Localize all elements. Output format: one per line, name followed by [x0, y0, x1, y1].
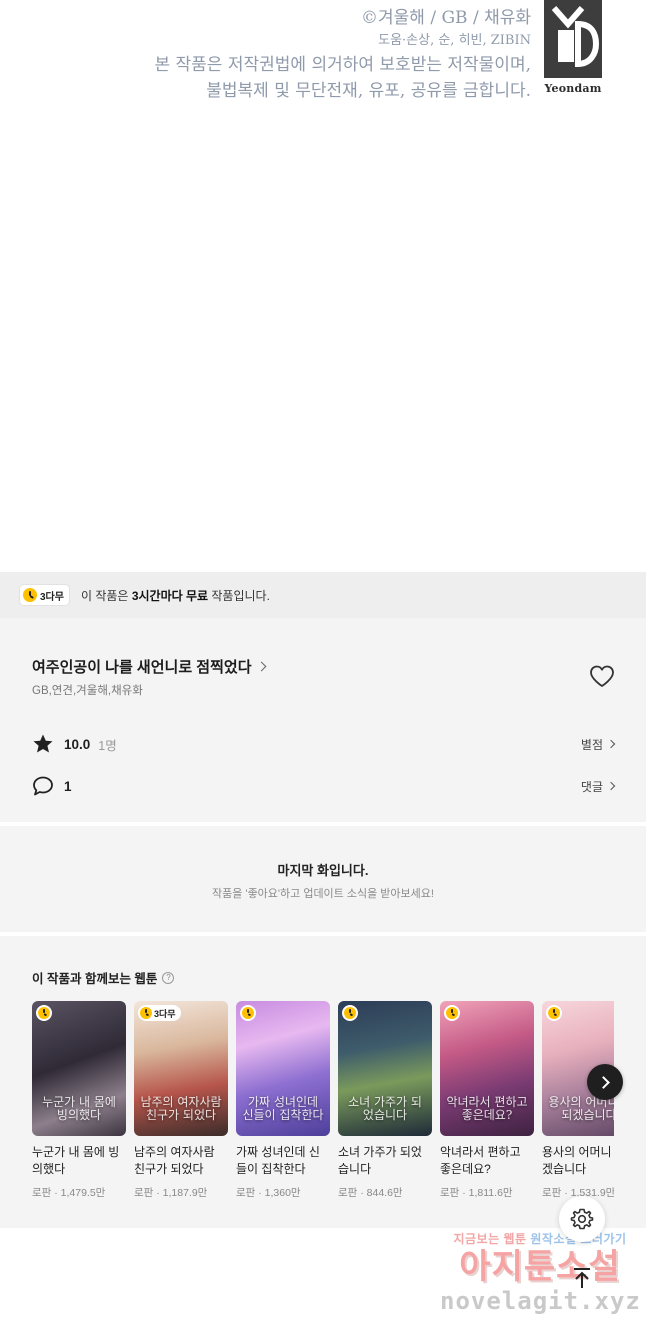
help-icon[interactable]: ? — [162, 971, 175, 984]
free-text-bold: 3시간마다 무료 — [131, 588, 209, 603]
work-title-link[interactable]: 여주인공이 나를 새언니로 점찍었다 — [32, 656, 266, 677]
publisher-logo: Yeondam — [544, 0, 602, 98]
card-badge-label: 3다무 — [154, 1008, 176, 1019]
wait-free-badge — [240, 1005, 256, 1021]
site-watermark: 지금보는 웹툰 원작소설 보러가기 아지툰소설 novelagit.xyz — [440, 1230, 640, 1340]
recommend-card[interactable]: 용사의 어머니가 되겠습니다 용사의 어머니 되겠습니다 로판 · 1,531.… — [542, 1001, 614, 1200]
copyright-line-2: 도움·손상, 순, 히빈, ZIBIN — [378, 33, 531, 48]
watermark-line-1a: 지금보는 웹툰 — [453, 1232, 531, 1246]
card-title: 소녀 가주가 되었습니다 — [338, 1145, 422, 1176]
arrow-up-icon — [574, 1268, 590, 1288]
cover-title: 가짜 성녀인데 신들이 집착한다 — [242, 1095, 324, 1122]
cover-title: 악녀라서 편하고 좋은데요? — [446, 1095, 528, 1122]
card-title: 악녀라서 편하고 좋은데요? — [440, 1145, 521, 1176]
scroll-top-button[interactable] — [566, 1262, 598, 1294]
wait-free-badge — [36, 1005, 52, 1021]
heart-icon — [590, 665, 614, 687]
cover-title: 누군가 내 몸에 빙의했다 — [42, 1095, 116, 1122]
settings-button[interactable] — [559, 1196, 605, 1242]
copyright-line-3: 본 작품은 저작권법에 의거하여 보호받는 저작물이며, — [154, 55, 531, 75]
card-thumbnail: 3다무 남주의 여자사람 친구가 되었다 — [134, 1001, 228, 1136]
rating-count: 1명 — [98, 738, 117, 753]
clock-icon — [23, 588, 37, 602]
clock-icon — [38, 1007, 50, 1019]
recommend-card[interactable]: 3다무 남주의 여자사람 친구가 되었다 남주의 여자사람 친구가 되었다 로판… — [134, 1001, 228, 1200]
free-banner-text: 이 작품은 3시간마다 무료 작품입니다. — [81, 587, 270, 604]
recommend-title: 이 작품과 함께보는 웹툰 — [32, 972, 158, 986]
settings-icon — [570, 1208, 594, 1230]
free-banner: 3다무 이 작품은 3시간마다 무료 작품입니다. — [0, 572, 646, 618]
carousel-next-button[interactable] — [587, 1064, 623, 1100]
chevron-right-icon — [596, 1075, 610, 1089]
watermark-line-1: 지금보는 웹툰 원작소설 보러가기 — [440, 1230, 640, 1247]
card-meta: 로판 · 1,479.5만 — [32, 1187, 106, 1199]
rating-row: 10.0 1명 별점 — [32, 732, 616, 756]
comment-row: 1 댓글 — [32, 774, 616, 798]
clock-icon — [548, 1007, 560, 1019]
last-episode-notice: 마지막 화입니다. 작품을 '좋아요'하고 업데이트 소식을 받아보세요! — [0, 826, 646, 932]
clock-icon — [344, 1007, 356, 1019]
logo-mark — [544, 0, 602, 78]
card-title: 가짜 성녀인데 신들이 집착한다 — [236, 1145, 320, 1176]
star-icon — [33, 734, 53, 753]
cover-title: 남주의 여자사람 친구가 되었다 — [140, 1095, 222, 1122]
comment-count: 1 — [64, 778, 72, 794]
recommend-list: 누군가 내 몸에 빙의했다 누군가 내 몸에 빙의했다 로판 · 1,479.5… — [32, 1001, 614, 1211]
wait-free-badge: 3다무 — [138, 1005, 181, 1024]
card-thumbnail: 소녀 가주가 되었습니다 — [338, 1001, 432, 1136]
copyright-text: ©겨울해 / GB / 채유화 도움·손상, 순, 히빈, ZIBIN 본 작품… — [154, 6, 531, 104]
wait-free-badge — [546, 1005, 562, 1021]
rate-link-label: 별점 — [580, 737, 603, 752]
copyright-line-4: 불법복제 및 무단전재, 유포, 공유를 금합니다. — [206, 81, 531, 101]
comment-link-label: 댓글 — [580, 779, 603, 794]
clock-icon — [242, 1007, 254, 1019]
cover-title: 소녀 가주가 되었습니다 — [348, 1095, 422, 1122]
clock-icon — [140, 1007, 152, 1019]
rate-link[interactable]: 별점 — [580, 736, 616, 753]
card-meta: 로판 · 844.6만 — [338, 1187, 403, 1199]
clock-icon — [446, 1007, 458, 1019]
comment-link[interactable]: 댓글 — [580, 778, 616, 795]
rating-value: 10.0 — [64, 736, 91, 752]
wait-free-badge — [444, 1005, 460, 1021]
logo-text: Yeondam — [544, 82, 602, 95]
recommend-heading: 이 작품과 함께보는 웹툰 ? — [32, 968, 175, 987]
comment-icon — [33, 776, 53, 796]
card-thumbnail: 누군가 내 몸에 빙의했다 — [32, 1001, 126, 1136]
wait-free-badge — [342, 1005, 358, 1021]
recommend-card[interactable]: 악녀라서 편하고 좋은데요? 악녀라서 편하고 좋은데요? 로판 · 1,811… — [440, 1001, 534, 1200]
last-episode-subtitle: 작품을 '좋아요'하고 업데이트 소식을 받아보세요! — [212, 888, 434, 900]
work-authors: GB,연견,겨울해,채유화 — [32, 685, 143, 697]
wait-free-badge: 3다무 — [20, 585, 69, 605]
card-meta: 로판 · 1,811.6만 — [440, 1187, 513, 1199]
work-title: 여주인공이 나를 새언니로 점찍었다 — [32, 659, 252, 676]
card-thumbnail: 가짜 성녀인데 신들이 집착한다 — [236, 1001, 330, 1136]
watermark-line-3: novelagit.xyz — [440, 1287, 641, 1315]
work-info-panel: 여주인공이 나를 새언니로 점찍었다 GB,연견,겨울해,채유화 10.0 1명… — [0, 618, 646, 822]
watermark-line-2: 아지툰소설 — [459, 1248, 621, 1286]
card-thumbnail: 악녀라서 편하고 좋은데요? — [440, 1001, 534, 1136]
recommend-card[interactable]: 누군가 내 몸에 빙의했다 누군가 내 몸에 빙의했다 로판 · 1,479.5… — [32, 1001, 126, 1200]
like-button[interactable] — [588, 664, 616, 688]
recommend-card[interactable]: 가짜 성녀인데 신들이 집착한다 가짜 성녀인데 신들이 집착한다 로판 · 1… — [236, 1001, 330, 1200]
chevron-right-icon — [606, 739, 616, 749]
copyright-notice: ©겨울해 / GB / 채유화 도움·손상, 순, 히빈, ZIBIN 본 작품… — [0, 0, 646, 110]
free-text-post: 작품입니다. — [208, 588, 270, 603]
recommend-section: 이 작품과 함께보는 웹툰 ? 누군가 내 몸에 빙의했다 누군가 내 몸에 빙… — [0, 936, 646, 1228]
copyright-line-1: ©겨울해 / GB / 채유화 — [361, 8, 531, 28]
last-episode-title: 마지막 화입니다. — [277, 863, 369, 878]
card-title: 용사의 어머니 되겠습니다 — [542, 1145, 614, 1176]
free-text-pre: 이 작품은 — [80, 588, 132, 603]
card-title: 남주의 여자사람 친구가 되었다 — [134, 1145, 215, 1176]
chevron-right-icon — [606, 781, 616, 791]
recommend-card[interactable]: 소녀 가주가 되었습니다 소녀 가주가 되었습니다 로판 · 844.6만 — [338, 1001, 432, 1200]
card-meta: 로판 · 1,360만 — [236, 1187, 301, 1199]
card-title: 누군가 내 몸에 빙의했다 — [32, 1145, 120, 1176]
badge-label: 3다무 — [40, 591, 64, 603]
chevron-right-icon — [256, 661, 266, 672]
card-meta: 로판 · 1,187.9만 — [134, 1187, 208, 1199]
